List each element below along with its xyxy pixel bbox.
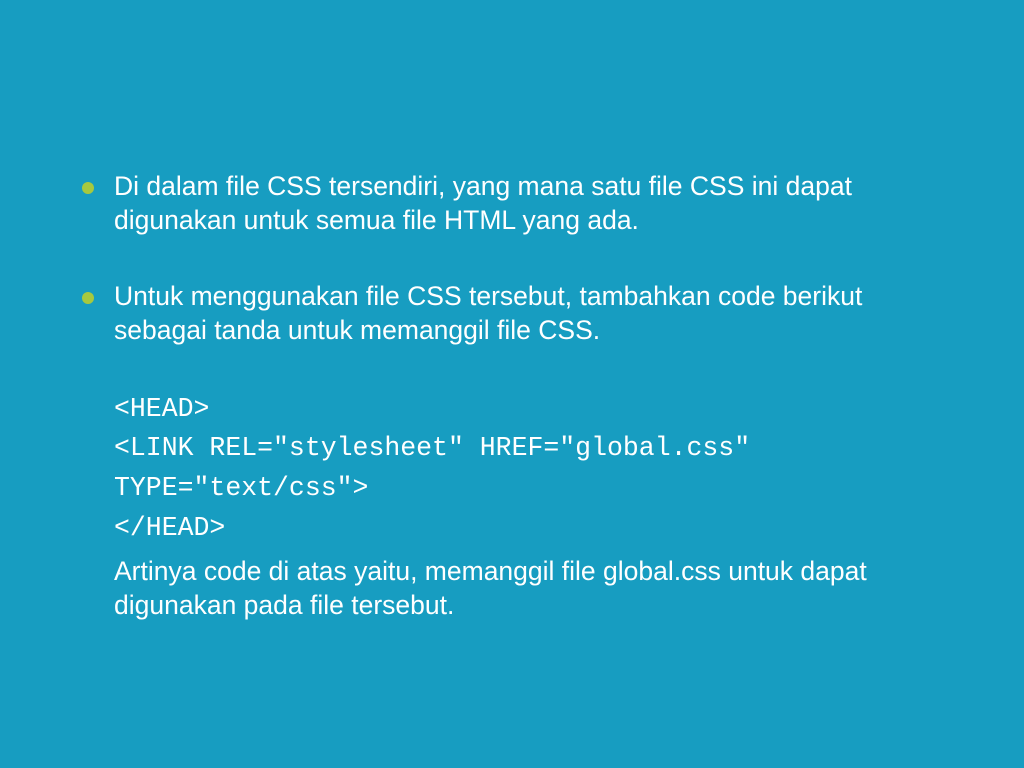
code-line-2: <LINK REL="stylesheet" HREF="global.css" [114,429,954,469]
bullet-icon [82,182,94,194]
bullet-item-1: Di dalam file CSS tersendiri, yang mana … [70,170,954,238]
bullet-icon [82,292,94,304]
slide-content: Di dalam file CSS tersendiri, yang mana … [0,0,1024,622]
bullet-item-2: Untuk menggunakan file CSS tersebut, tam… [70,280,954,348]
closing-text: Artinya code di atas yaitu, memanggil fi… [114,555,954,623]
bullet-text-1: Di dalam file CSS tersendiri, yang mana … [114,170,954,238]
code-line-1: <HEAD> [114,390,954,430]
code-line-3: TYPE="text/css"> [114,469,954,509]
bullet-text-2: Untuk menggunakan file CSS tersebut, tam… [114,280,954,348]
code-line-4: </HEAD> [114,509,954,549]
